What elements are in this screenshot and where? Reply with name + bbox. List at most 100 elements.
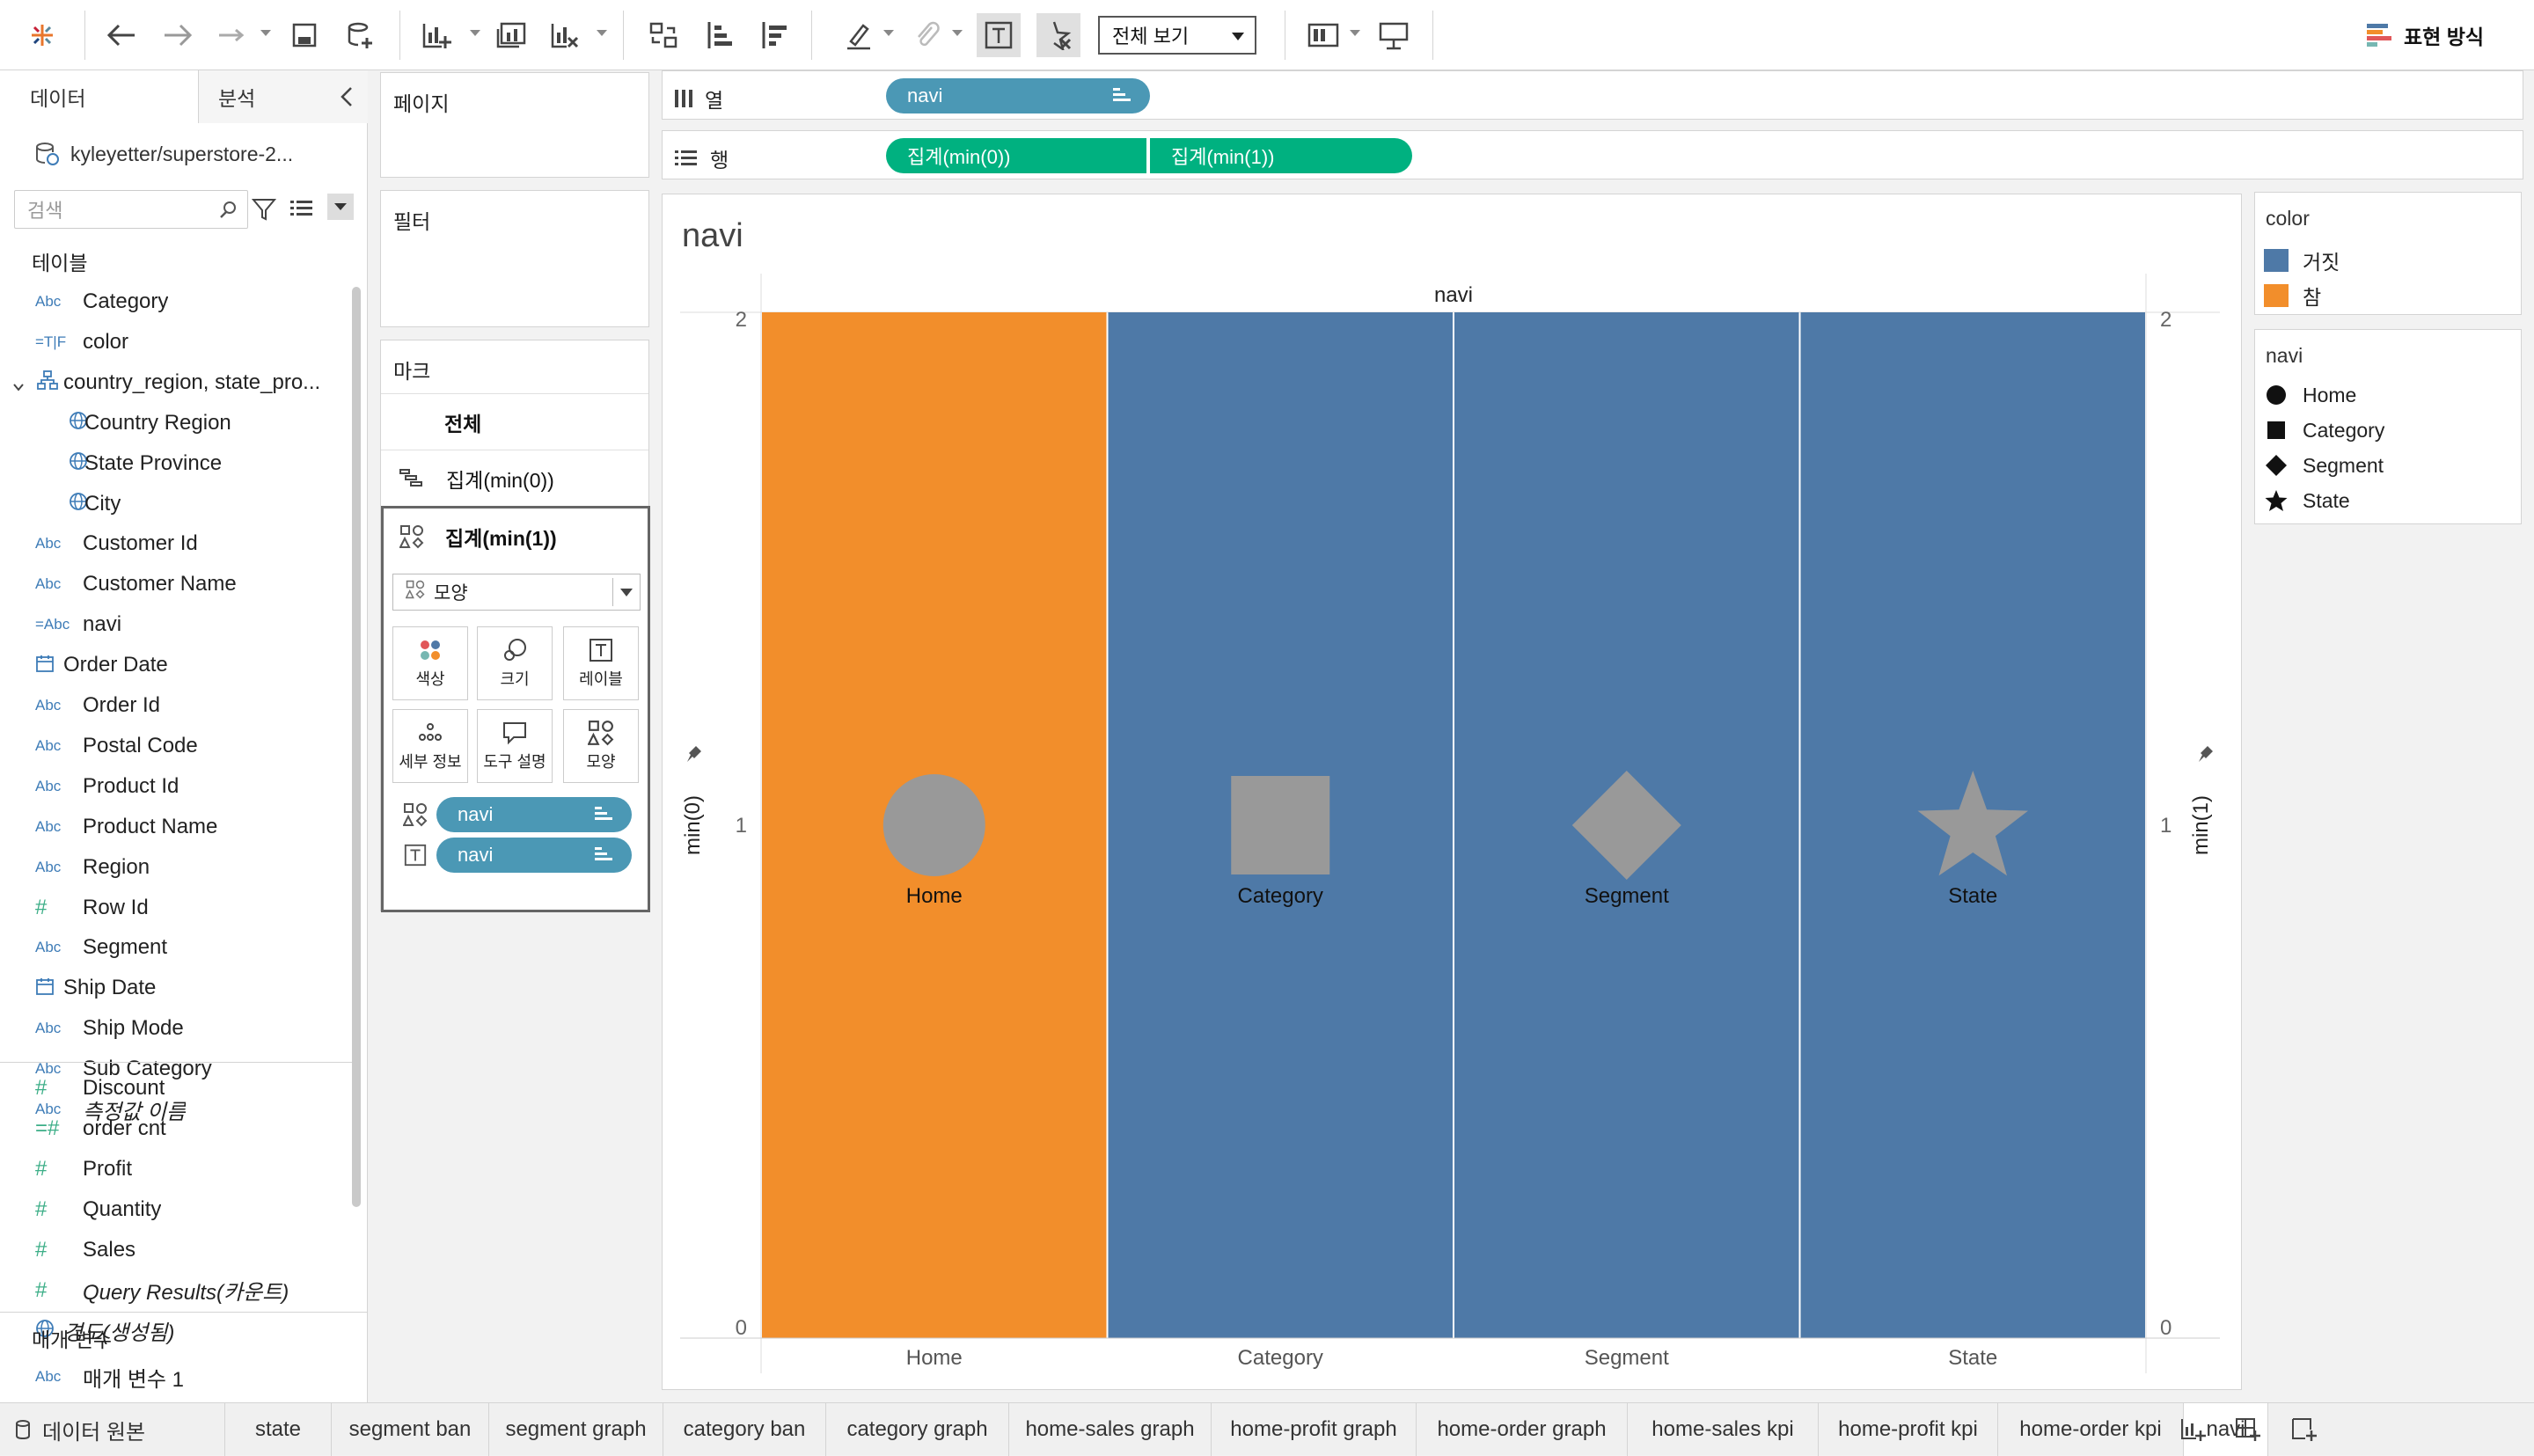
- sheet-tab-state[interactable]: state: [225, 1403, 332, 1456]
- field-item[interactable]: Abc Customer Name: [0, 566, 348, 603]
- filters-card[interactable]: 필터: [380, 190, 649, 327]
- marks-layer-min1[interactable]: 집계(min(1)): [384, 509, 648, 565]
- sheet-tab-segment-graph[interactable]: segment graph: [489, 1403, 663, 1456]
- field-item[interactable]: =# order cnt: [0, 1110, 348, 1147]
- color-legend[interactable]: color 거짓 참: [2254, 192, 2522, 315]
- chart[interactable]: navi Home Category Segment State Home Catego…: [663, 194, 2243, 1391]
- show-cards-icon[interactable]: [1302, 14, 1344, 56]
- field-item[interactable]: # Quantity: [0, 1191, 348, 1228]
- tab-data[interactable]: 데이터: [0, 70, 199, 123]
- field-item[interactable]: # Discount: [0, 1070, 348, 1107]
- color-legend-item-true[interactable]: 참: [2264, 281, 2321, 311]
- presentation-mode-icon[interactable]: [1373, 14, 1415, 56]
- new-story-tab-icon[interactable]: [2282, 1408, 2325, 1451]
- sort-descending-icon[interactable]: [753, 14, 795, 56]
- label-button[interactable]: 레이블: [563, 626, 639, 700]
- sheet-tab-home-sales-kpi[interactable]: home-sales kpi: [1628, 1403, 1819, 1456]
- field-item[interactable]: Abc Region: [0, 849, 348, 886]
- pages-card[interactable]: 페이지: [380, 72, 649, 178]
- search-input[interactable]: 검색: [14, 190, 248, 229]
- right-axis-title[interactable]: min(1): [2189, 795, 2213, 855]
- duplicate-sheet-icon[interactable]: [491, 14, 533, 56]
- rows-pill-min0[interactable]: 집계(min(0)): [886, 138, 1146, 173]
- save-icon[interactable]: [283, 14, 326, 56]
- sheet-tab-home-order-graph[interactable]: home-order graph: [1417, 1403, 1628, 1456]
- field-item[interactable]: # Sales: [0, 1232, 348, 1269]
- tooltip-button[interactable]: 도구 설명: [477, 709, 553, 783]
- highlight-icon[interactable]: [838, 14, 880, 56]
- sheet-tab-segment-ban[interactable]: segment ban: [332, 1403, 489, 1456]
- field-item[interactable]: Abc Category: [0, 283, 348, 320]
- shape-legend-item-segment[interactable]: Segment: [2264, 453, 2384, 478]
- marks-label-pill[interactable]: navi: [436, 838, 632, 873]
- field-item[interactable]: Abc Customer Id: [0, 525, 348, 562]
- sheet-tab-category-ban[interactable]: category ban: [663, 1403, 826, 1456]
- field-item[interactable]: country_region, state_pro...: [0, 364, 348, 401]
- field-item[interactable]: City: [0, 486, 348, 523]
- detail-button[interactable]: 세부 정보: [392, 709, 468, 783]
- marks-layer-min0[interactable]: 집계(min(0)): [381, 450, 648, 506]
- clear-sheet-icon[interactable]: [544, 14, 586, 56]
- sheet-tab-home-sales-graph[interactable]: home-sales graph: [1009, 1403, 1212, 1456]
- sheet-tab-home-order-kpi[interactable]: home-order kpi: [1998, 1403, 2184, 1456]
- datasource-item[interactable]: kyleyetter/superstore-2...: [0, 123, 368, 185]
- show-me-button[interactable]: 표현 방식: [2367, 18, 2484, 53]
- sheet-tab-home-profit-graph[interactable]: home-profit graph: [1212, 1403, 1417, 1456]
- data-pane-scrollbar[interactable]: [352, 287, 361, 1207]
- field-item[interactable]: Order Date: [0, 647, 348, 684]
- pin-icon[interactable]: [687, 746, 701, 762]
- new-dashboard-tab-icon[interactable]: [2226, 1408, 2268, 1451]
- new-data-source-icon[interactable]: [340, 14, 382, 56]
- shape-legend-item-state[interactable]: State: [2264, 488, 2350, 513]
- chevron-down-icon[interactable]: [12, 375, 25, 399]
- fix-axes-icon[interactable]: [1036, 13, 1080, 57]
- shape-mark-category[interactable]: [1231, 776, 1330, 874]
- color-legend-item-false[interactable]: 거짓: [2264, 245, 2340, 275]
- rows-pill-min1[interactable]: 집계(min(1)): [1150, 138, 1412, 173]
- sort-ascending-icon[interactable]: [699, 14, 741, 56]
- field-item[interactable]: Abc Ship Mode: [0, 1010, 348, 1047]
- datasource-tab[interactable]: 데이터 원본: [0, 1403, 225, 1456]
- show-mark-labels-icon[interactable]: [977, 13, 1021, 57]
- size-button[interactable]: 크기: [477, 626, 553, 700]
- field-item[interactable]: Abc Postal Code: [0, 728, 348, 765]
- shape-button[interactable]: 모양: [563, 709, 639, 783]
- redo-icon[interactable]: [157, 14, 199, 56]
- tableau-logo-icon[interactable]: [21, 14, 63, 56]
- undo-icon[interactable]: [100, 14, 143, 56]
- chevron-left-icon[interactable]: [338, 84, 355, 115]
- field-item[interactable]: Abc Product Id: [0, 768, 348, 805]
- color-button[interactable]: 색상: [392, 626, 468, 700]
- shape-legend-item-category[interactable]: Category: [2264, 418, 2384, 443]
- field-item[interactable]: # Query Results(카운트): [0, 1272, 348, 1309]
- fit-view-select[interactable]: 전체 보기: [1098, 16, 1256, 55]
- pin-icon[interactable]: [2199, 746, 2213, 762]
- view-options-dropdown[interactable]: [327, 194, 354, 220]
- new-worksheet-icon[interactable]: [415, 14, 458, 56]
- field-item[interactable]: State Province: [0, 445, 348, 482]
- sheet-tab-category-graph[interactable]: category graph: [826, 1403, 1009, 1456]
- replace-data-source-icon[interactable]: [211, 14, 253, 56]
- new-worksheet-tab-icon[interactable]: [2171, 1408, 2214, 1451]
- field-item[interactable]: Abc Product Name: [0, 808, 348, 845]
- field-item[interactable]: Country Region: [0, 405, 348, 442]
- left-axis-title[interactable]: min(0): [681, 795, 705, 855]
- marks-shape-pill[interactable]: navi: [436, 797, 632, 832]
- filter-icon[interactable]: [251, 197, 277, 228]
- columns-shelf[interactable]: 열 navi: [662, 70, 2523, 120]
- swap-rows-columns-icon[interactable]: [642, 14, 685, 56]
- field-item[interactable]: =T|F color: [0, 324, 348, 361]
- shape-legend[interactable]: navi Home Category Segment State: [2254, 329, 2522, 524]
- rows-shelf[interactable]: 행 집계(min(0)) 집계(min(1)): [662, 130, 2523, 179]
- field-item[interactable]: Abc 매개 변수 1: [0, 1358, 348, 1395]
- field-item[interactable]: Ship Date: [0, 969, 348, 1006]
- group-members-icon[interactable]: [906, 14, 948, 56]
- columns-pill-navi[interactable]: navi: [886, 78, 1150, 113]
- field-item[interactable]: # Row Id: [0, 889, 348, 926]
- field-item[interactable]: # Profit: [0, 1151, 348, 1188]
- field-item[interactable]: =Abc navi: [0, 606, 348, 643]
- marks-layer-all[interactable]: 전체: [381, 393, 648, 450]
- shape-legend-item-home[interactable]: Home: [2264, 383, 2356, 407]
- field-item[interactable]: Abc Segment: [0, 929, 348, 966]
- shape-mark-home[interactable]: [883, 774, 985, 876]
